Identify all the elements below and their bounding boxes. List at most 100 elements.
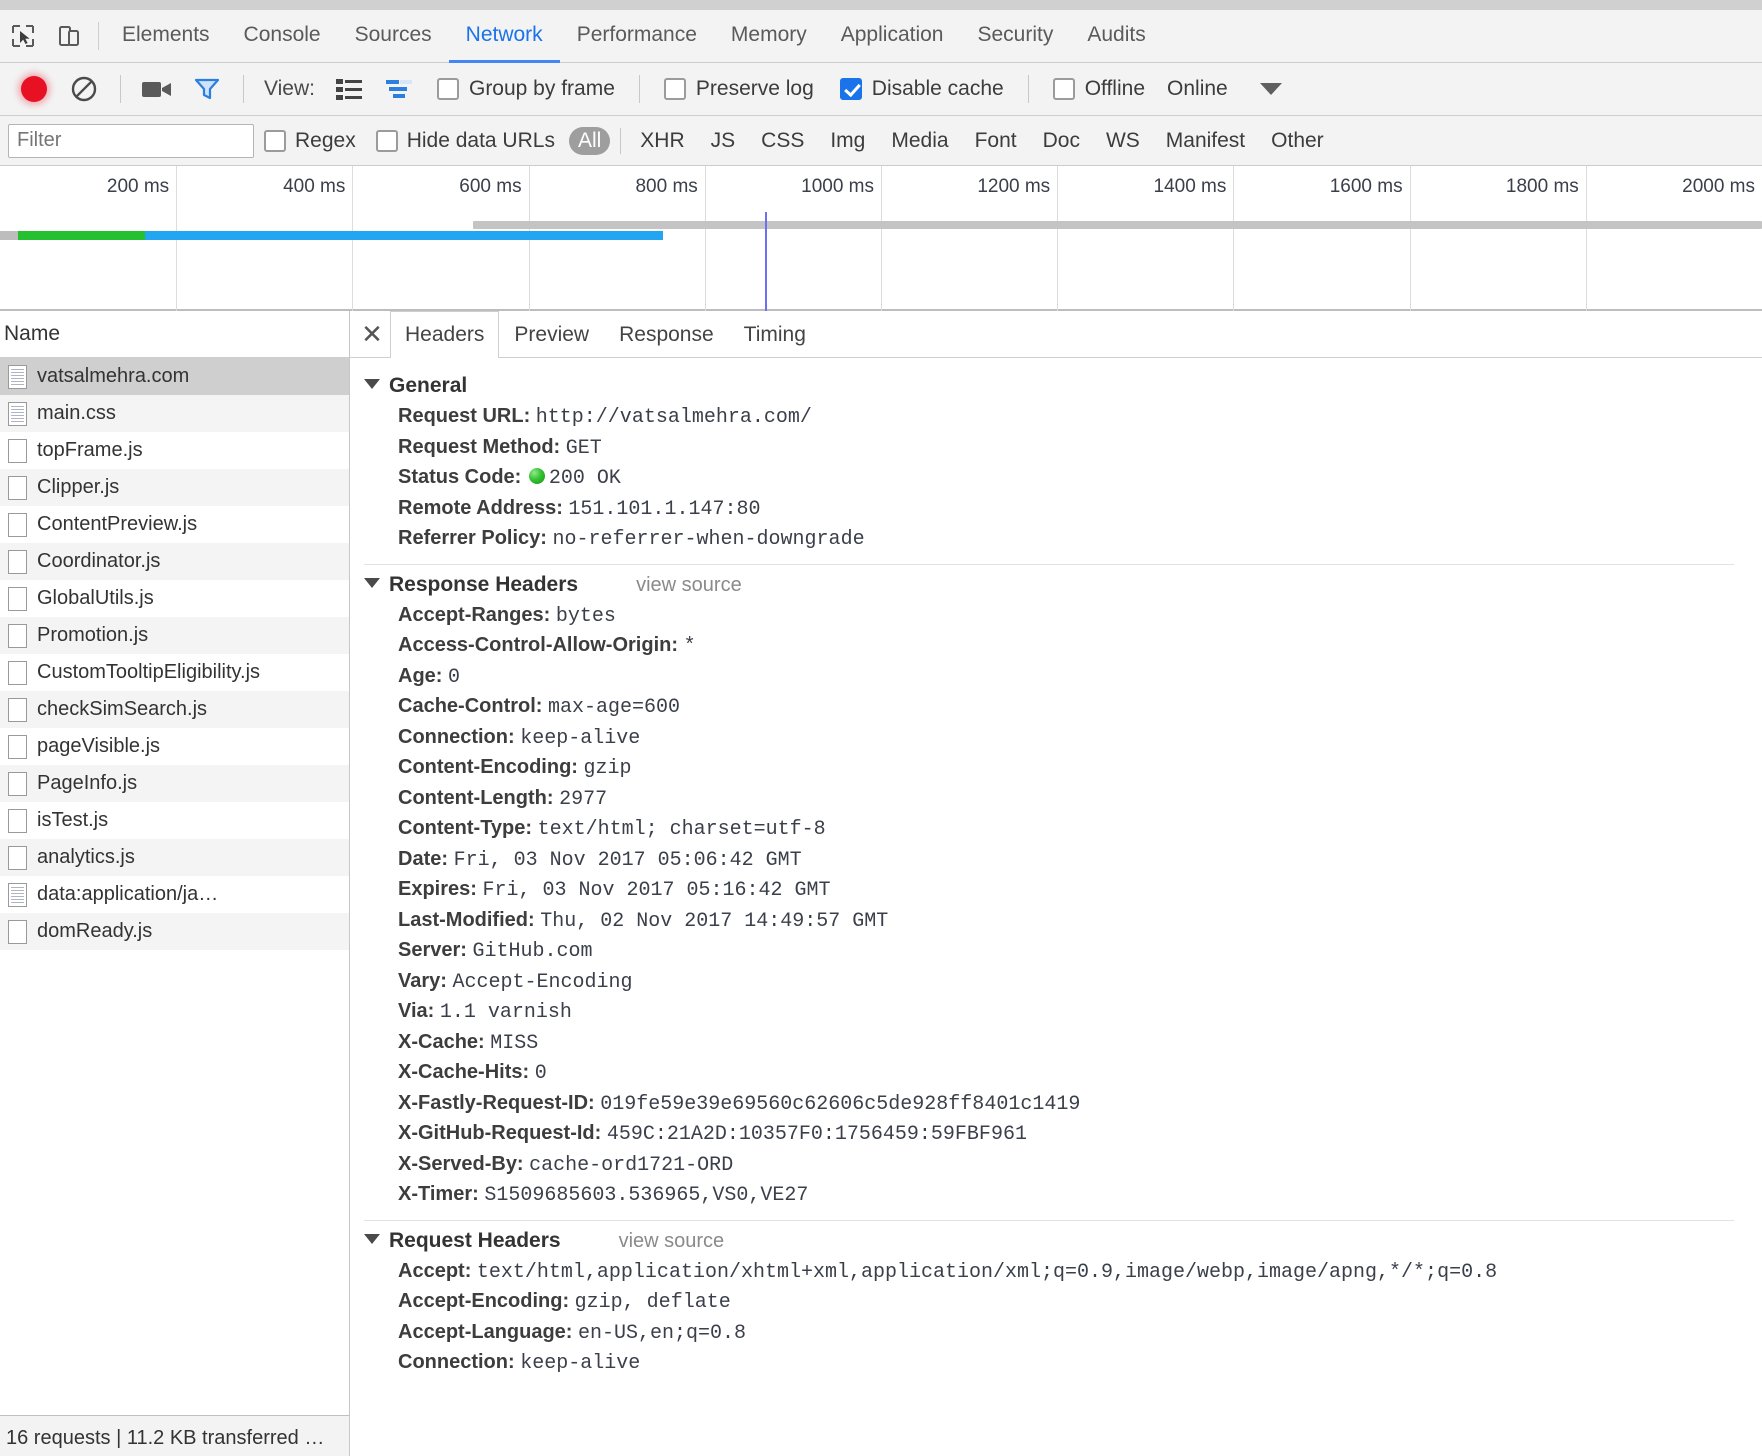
section-header-request-headers[interactable]: Request Headers view source xyxy=(364,1229,1762,1253)
header-row: Cache-Control: max-age=600 xyxy=(398,692,1762,723)
checkbox-box[interactable] xyxy=(264,129,286,152)
request-row[interactable]: pageVisible.js xyxy=(0,728,349,765)
record-stop-icon[interactable] xyxy=(10,69,58,109)
overview-bar-green xyxy=(18,231,145,240)
hide-data-urls-checkbox[interactable]: Hide data URLs xyxy=(366,129,565,153)
request-row[interactable]: CustomTooltipEligibility.js xyxy=(0,654,349,691)
tab-performance[interactable]: Performance xyxy=(560,10,714,63)
disable-cache-checkbox[interactable]: Disable cache xyxy=(828,77,1016,101)
type-pill-css[interactable]: CSS xyxy=(752,127,813,155)
detail-tab-response[interactable]: Response xyxy=(604,311,729,357)
detail-tab-timing[interactable]: Timing xyxy=(729,311,821,357)
header-value: keep-alive xyxy=(520,1352,641,1375)
request-row[interactable]: PageInfo.js xyxy=(0,765,349,802)
toolbar-divider-4 xyxy=(1027,75,1029,103)
tab-audits[interactable]: Audits xyxy=(1070,10,1162,63)
view-source-link[interactable]: view source xyxy=(619,1230,725,1253)
request-row[interactable]: Promotion.js xyxy=(0,617,349,654)
checkbox-box[interactable] xyxy=(436,78,459,100)
type-pill-ws[interactable]: WS xyxy=(1097,127,1149,155)
tab-application[interactable]: Application xyxy=(824,10,961,63)
group-by-frame-label: Group by frame xyxy=(468,77,615,100)
tab-memory[interactable]: Memory xyxy=(714,10,824,63)
tab-label: Performance xyxy=(576,23,697,46)
waterfall-view-icon[interactable] xyxy=(375,69,423,109)
clear-no-entry-icon[interactable] xyxy=(60,69,108,109)
header-value: 019fe59e39e69560c62606c5de928ff8401c1419 xyxy=(600,1092,1081,1116)
checkbox-box-checked[interactable] xyxy=(839,78,862,100)
tab-console[interactable]: Console xyxy=(227,10,338,63)
request-name: main.css xyxy=(37,402,116,424)
request-rows[interactable]: vatsalmehra.com main.css topFrame.js Clippe… xyxy=(0,358,349,1415)
tab-sources[interactable]: Sources xyxy=(338,10,449,63)
checkbox-box[interactable] xyxy=(375,129,398,152)
camera-icon[interactable] xyxy=(133,69,181,109)
header-row: Content-Type: text/html; charset=utf-8 xyxy=(398,814,1762,845)
triangle-down-icon[interactable] xyxy=(364,379,380,389)
filter-bar: Regex Hide data URLs All XHR JS CSS Img … xyxy=(0,116,1762,166)
tab-elements[interactable]: Elements xyxy=(105,10,227,63)
list-view-icon[interactable] xyxy=(325,69,373,109)
device-toolbar-icon[interactable] xyxy=(46,10,92,62)
header-row: Date: Fri, 03 Nov 2017 05:06:42 GMT xyxy=(398,845,1762,876)
header-value: no-referrer-when-downgrade xyxy=(552,528,865,551)
header-key: Connection: xyxy=(398,1351,521,1373)
request-row[interactable]: data:application/ja… xyxy=(0,876,349,913)
preserve-log-checkbox[interactable]: Preserve log xyxy=(652,77,826,101)
detail-tab-preview[interactable]: Preview xyxy=(499,311,604,357)
view-source-link[interactable]: view source xyxy=(636,574,742,597)
funnel-filter-icon[interactable] xyxy=(183,69,231,109)
tab-security[interactable]: Security xyxy=(960,10,1070,63)
regex-checkbox[interactable]: Regex xyxy=(254,129,366,153)
request-row[interactable]: ContentPreview.js xyxy=(0,506,349,543)
section-header-response-headers[interactable]: Response Headers view source xyxy=(364,573,1762,597)
filter-input[interactable] xyxy=(8,123,254,158)
network-overview-timeline[interactable]: 200 ms 400 ms 600 ms 800 ms 1000 ms 1200 ms 14… xyxy=(0,166,1762,311)
offline-checkbox[interactable]: Offline xyxy=(1041,77,1157,101)
request-row[interactable]: checkSimSearch.js xyxy=(0,691,349,728)
type-pill-js[interactable]: JS xyxy=(702,127,745,155)
request-row[interactable]: topFrame.js xyxy=(0,432,349,469)
type-pill-doc[interactable]: Doc xyxy=(1034,127,1089,155)
checkbox-box[interactable] xyxy=(663,78,686,100)
header-row: Age: 0 xyxy=(398,662,1762,693)
request-row[interactable]: Clipper.js xyxy=(0,469,349,506)
request-row[interactable]: vatsalmehra.com xyxy=(0,358,349,395)
close-icon[interactable]: ✕ xyxy=(354,311,390,357)
chevron-down-icon[interactable] xyxy=(1259,83,1282,95)
section-title: Request Headers xyxy=(389,1228,561,1252)
request-row[interactable]: main.css xyxy=(0,395,349,432)
detail-tab-headers[interactable]: Headers xyxy=(390,311,500,358)
request-name: isTest.js xyxy=(37,809,109,831)
header-row: Server: GitHub.com xyxy=(398,936,1762,967)
type-pill-other[interactable]: Other xyxy=(1262,127,1333,155)
request-row[interactable]: analytics.js xyxy=(0,839,349,876)
triangle-down-icon[interactable] xyxy=(364,577,380,588)
triangle-down-icon[interactable] xyxy=(364,1233,380,1244)
request-list-header[interactable]: Name xyxy=(0,311,349,358)
request-row[interactable]: Coordinator.js xyxy=(0,543,349,580)
overview-tick-axis: 200 ms 400 ms 600 ms 800 ms 1000 ms 1200 ms 14… xyxy=(0,166,1762,311)
request-row[interactable]: GlobalUtils.js xyxy=(0,580,349,617)
request-row[interactable]: domReady.js xyxy=(0,913,349,950)
header-row: Remote Address: 151.101.1.147:80 xyxy=(398,494,1762,525)
header-key: Accept: xyxy=(398,1259,477,1282)
header-row: Accept-Encoding: gzip, deflate xyxy=(398,1287,1762,1318)
checkbox-box[interactable] xyxy=(1052,78,1075,100)
type-pill-xhr[interactable]: XHR xyxy=(631,127,693,155)
group-by-frame-checkbox[interactable]: Group by frame xyxy=(425,77,627,101)
tab-network[interactable]: Network xyxy=(448,10,560,63)
request-row[interactable]: isTest.js xyxy=(0,802,349,839)
type-pill-media[interactable]: Media xyxy=(882,127,957,155)
throttling-select[interactable]: Online xyxy=(1159,77,1236,101)
header-key: Server: xyxy=(398,939,473,961)
header-row: Content-Length: 2977 xyxy=(398,784,1762,815)
section-header-general[interactable]: General xyxy=(364,374,1762,398)
type-pill-all[interactable]: All xyxy=(568,126,611,155)
header-value: 0 xyxy=(534,1062,547,1085)
status-bar: 16 requests | 11.2 KB transferred … xyxy=(0,1415,349,1456)
type-pill-manifest[interactable]: Manifest xyxy=(1157,127,1254,155)
cursor-select-icon[interactable] xyxy=(0,10,46,62)
type-pill-img[interactable]: Img xyxy=(821,127,874,155)
type-pill-font[interactable]: Font xyxy=(966,127,1026,155)
